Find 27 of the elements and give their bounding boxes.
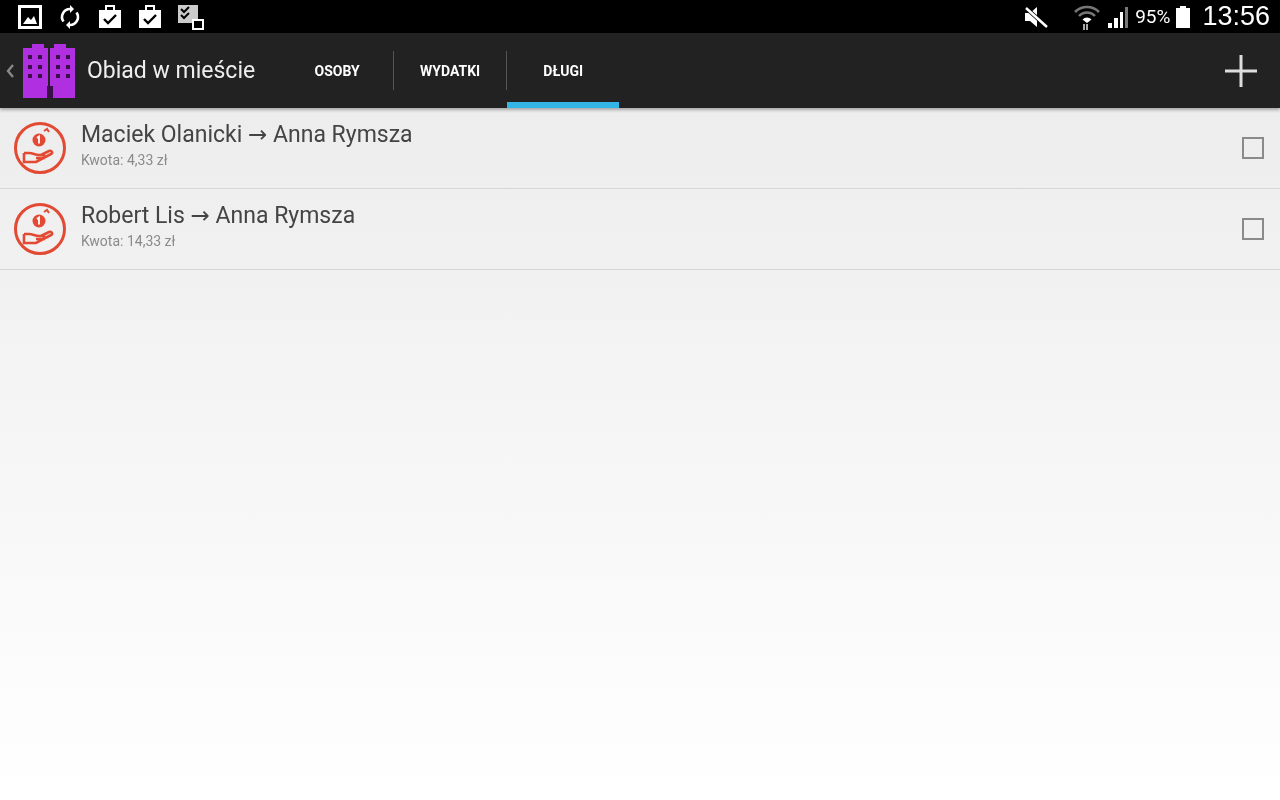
debt-title: Robert Lis → Anna Rymsza xyxy=(81,201,357,229)
up-navigation-button[interactable]: Obiad w mieście xyxy=(0,33,262,108)
checkbox[interactable] xyxy=(1242,218,1264,240)
clock-time: 13:56 xyxy=(1202,1,1270,32)
debt-amount: Kwota: 14,33 zł xyxy=(81,232,177,249)
clipboard-check-icon xyxy=(138,4,162,29)
debt-title: Maciek Olanicki → Anna Rymsza xyxy=(81,120,414,148)
tab[interactable]: WYDATKI xyxy=(394,33,507,108)
chevron-left-icon xyxy=(5,62,15,79)
stacked-tasks-icon xyxy=(178,3,204,30)
clipboard-check-icon xyxy=(98,4,122,29)
hand-coin-icon xyxy=(13,202,67,256)
muted-speaker-icon xyxy=(1023,4,1050,29)
checkbox[interactable] xyxy=(1242,137,1264,159)
debt-amount: Kwota: 4,33 zł xyxy=(81,151,169,168)
battery-percent: 95% xyxy=(1135,5,1171,28)
app-title: Obiad w mieście xyxy=(87,57,256,84)
tab[interactable]: DŁUGI xyxy=(507,33,620,108)
building-icon xyxy=(23,43,77,98)
battery-icon xyxy=(1176,5,1191,28)
picture-icon xyxy=(18,4,42,29)
wifi-icon xyxy=(1073,3,1102,30)
plus-icon xyxy=(1224,53,1258,88)
tab[interactable]: OSOBY xyxy=(281,33,394,108)
hand-coin-icon xyxy=(13,121,67,175)
signal-icon xyxy=(1107,5,1130,28)
sync-icon xyxy=(58,4,82,29)
